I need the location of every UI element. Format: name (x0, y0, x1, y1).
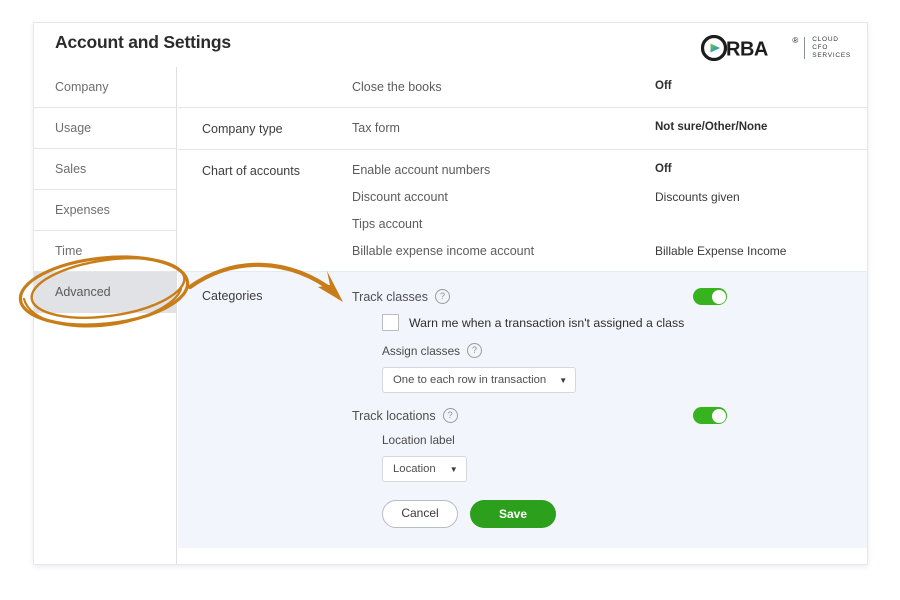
setting-value: Not sure/Other/None (655, 121, 845, 133)
track-locations-label: Track locations (352, 409, 436, 423)
section-chart-of-accounts: Chart of accounts Enable account numbers… (178, 150, 867, 271)
setting-row-discount-account[interactable]: Discount account Discounts given (352, 190, 845, 204)
track-classes-row: Track classes ? (352, 288, 845, 305)
warn-unassigned-class-checkbox[interactable] (382, 314, 399, 331)
section-categories: Categories Track classes ? Warn me when … (178, 271, 867, 548)
section-accounting: Close the books Off (178, 67, 867, 108)
save-button[interactable]: Save (470, 500, 556, 528)
cancel-button[interactable]: Cancel (382, 500, 458, 528)
setting-value: Off (655, 80, 845, 92)
orba-wordmark-icon: RBA (701, 35, 791, 61)
settings-content: Close the books Off Company type Tax for… (178, 67, 867, 564)
section-label-accounting (202, 80, 352, 94)
toggle-knob (712, 409, 726, 423)
location-label-row: Location label (382, 433, 845, 447)
track-classes-label: Track classes (352, 290, 428, 304)
chevron-down-icon: ▼ (559, 376, 567, 385)
logo-tagline-line2: CFO (812, 44, 851, 52)
orba-logo: RBA ® CLOUD CFO SERVICES (701, 31, 851, 65)
setting-name: Tax form (352, 121, 655, 135)
location-label-title: Location label (382, 433, 455, 447)
setting-value: Discounts given (655, 190, 845, 204)
logo-divider (804, 37, 805, 59)
toggle-knob (712, 290, 726, 304)
section-label-categories: Categories (202, 288, 352, 528)
sidebar-item-company[interactable]: Company (34, 67, 176, 108)
sidebar-item-advanced[interactable]: Advanced (34, 272, 176, 313)
setting-row-tips-account[interactable]: Tips account (352, 217, 845, 231)
assign-classes-label: Assign classes (382, 344, 460, 358)
setting-value: Off (655, 163, 845, 175)
setting-row-close-the-books[interactable]: Close the books Off (352, 80, 845, 94)
setting-value: Billable Expense Income (655, 244, 845, 258)
chevron-down-icon: ▼ (450, 465, 458, 474)
setting-name: Tips account (352, 217, 655, 231)
help-icon[interactable]: ? (443, 408, 458, 423)
section-company-type: Company type Tax form Not sure/Other/Non… (178, 108, 867, 150)
logo-tagline-line3: SERVICES (812, 52, 851, 60)
warn-unassigned-class-row: Warn me when a transaction isn't assigne… (382, 314, 845, 331)
logo-tagline: CLOUD CFO SERVICES (812, 36, 851, 61)
sidebar-item-usage[interactable]: Usage (34, 108, 176, 149)
section-label-company-type: Company type (202, 121, 352, 136)
help-icon[interactable]: ? (435, 289, 450, 304)
setting-name: Discount account (352, 190, 655, 204)
sidebar-item-sales[interactable]: Sales (34, 149, 176, 190)
account-settings-card: Account and Settings RBA ® CLOUD CFO SER… (33, 22, 868, 565)
logo-tagline-line1: CLOUD (812, 36, 851, 44)
sidebar-item-expenses[interactable]: Expenses (34, 190, 176, 231)
sidebar-item-time[interactable]: Time (34, 231, 176, 272)
warn-unassigned-class-label: Warn me when a transaction isn't assigne… (409, 316, 684, 330)
location-label-selected-value: Location (393, 463, 436, 475)
registered-mark: ® (792, 36, 798, 45)
help-icon[interactable]: ? (467, 343, 482, 358)
page-title: Account and Settings (55, 32, 231, 53)
setting-row-enable-account-numbers[interactable]: Enable account numbers Off (352, 163, 845, 177)
setting-name: Close the books (352, 80, 655, 94)
setting-name: Enable account numbers (352, 163, 655, 177)
track-classes-toggle[interactable] (693, 288, 727, 305)
track-locations-row: Track locations ? (352, 407, 845, 424)
assign-classes-select[interactable]: One to each row in transaction ▼ (382, 367, 576, 393)
setting-row-billable-expense-income-account[interactable]: Billable expense income account Billable… (352, 244, 845, 258)
setting-row-tax-form[interactable]: Tax form Not sure/Other/None (352, 121, 845, 135)
assign-classes-row: Assign classes ? (382, 343, 845, 358)
svg-text:RBA: RBA (726, 39, 768, 61)
assign-classes-selected-value: One to each row in transaction (393, 374, 546, 386)
track-locations-toggle[interactable] (693, 407, 727, 424)
location-label-select[interactable]: Location ▼ (382, 456, 467, 482)
form-actions: Cancel Save (382, 500, 845, 528)
settings-sidebar: Company Usage Sales Expenses Time Advanc… (34, 67, 177, 565)
setting-name: Billable expense income account (352, 244, 655, 258)
section-label-chart-of-accounts: Chart of accounts (202, 163, 352, 258)
